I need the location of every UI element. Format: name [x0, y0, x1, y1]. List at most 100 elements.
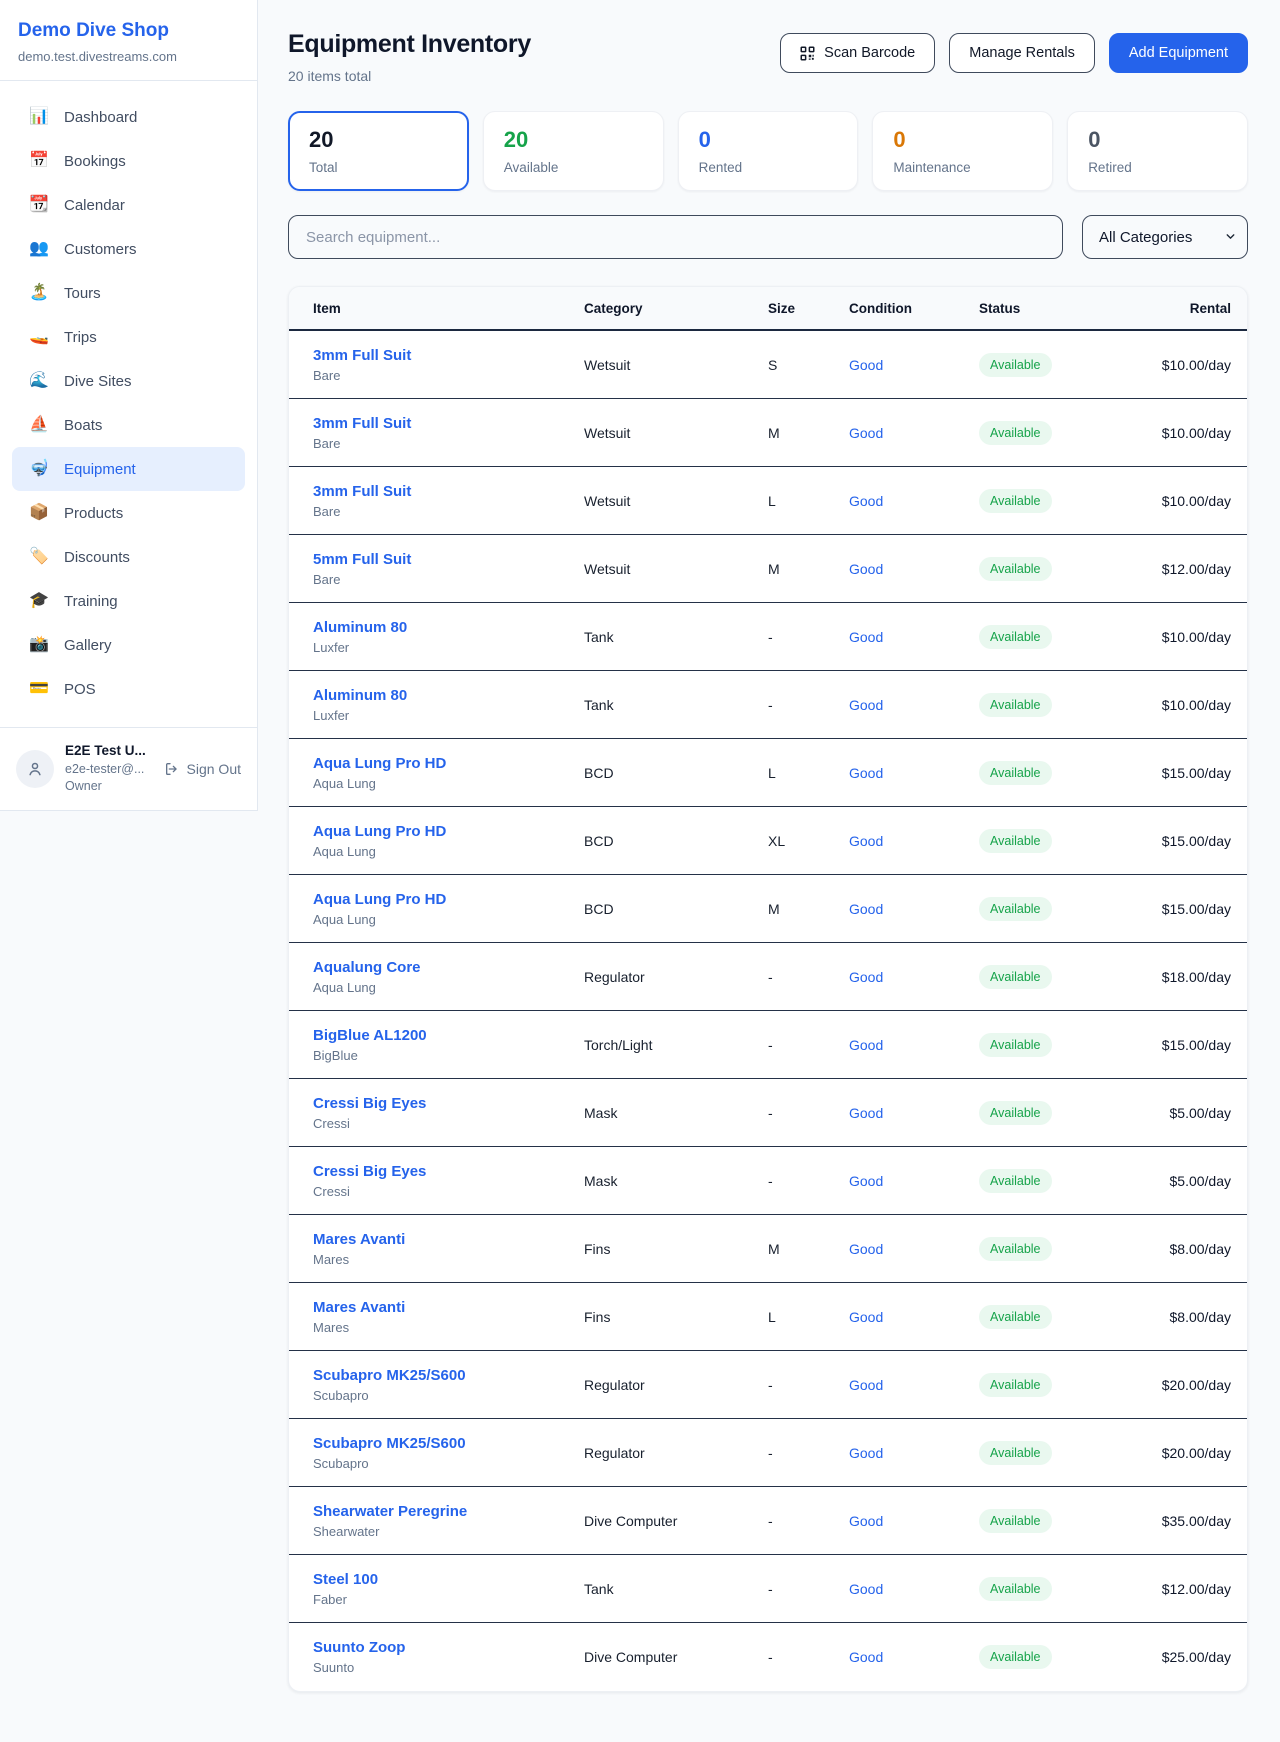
- item-name-link[interactable]: Mares Avanti: [313, 1299, 584, 1316]
- item-name-link[interactable]: Aqua Lung Pro HD: [313, 755, 584, 772]
- user-info: E2E Test U... e2e-tester@... Owner: [65, 743, 146, 795]
- condition-link[interactable]: Good: [849, 629, 979, 645]
- size-cell: -: [768, 1037, 849, 1053]
- condition-link[interactable]: Good: [849, 1037, 979, 1053]
- trips-icon: 🚤: [29, 329, 49, 345]
- search-input[interactable]: [288, 215, 1063, 259]
- item-brand: Aqua Lung: [313, 912, 584, 927]
- stats-cards: 20 Total 20 Available 0 Rented 0 Mainten…: [288, 111, 1248, 191]
- item-name-link[interactable]: Cressi Big Eyes: [313, 1095, 584, 1112]
- stat-card-available[interactable]: 20 Available: [483, 111, 664, 191]
- item-name-link[interactable]: Aluminum 80: [313, 619, 584, 636]
- sidebar-item-training[interactable]: 🎓 Training: [12, 579, 245, 623]
- sidebar-item-customers[interactable]: 👥 Customers: [12, 227, 245, 271]
- item-name-link[interactable]: 3mm Full Suit: [313, 483, 584, 500]
- condition-link[interactable]: Good: [849, 357, 979, 373]
- item-cell: Scubapro MK25/S600 Scubapro: [313, 1367, 584, 1403]
- sidebar-item-tours[interactable]: 🏝️ Tours: [12, 271, 245, 315]
- stat-card-rented[interactable]: 0 Rented: [678, 111, 859, 191]
- condition-link[interactable]: Good: [849, 901, 979, 917]
- item-name-link[interactable]: BigBlue AL1200: [313, 1027, 584, 1044]
- condition-link[interactable]: Good: [849, 765, 979, 781]
- category-select[interactable]: All Categories: [1082, 215, 1248, 259]
- item-name-link[interactable]: Aluminum 80: [313, 687, 584, 704]
- condition-link[interactable]: Good: [849, 1309, 979, 1325]
- condition-link[interactable]: Good: [849, 1445, 979, 1461]
- condition-link[interactable]: Good: [849, 1649, 979, 1665]
- item-name-link[interactable]: Scubapro MK25/S600: [313, 1367, 584, 1384]
- status-cell: Available: [979, 489, 1124, 513]
- item-name-link[interactable]: Cressi Big Eyes: [313, 1163, 584, 1180]
- stat-card-maintenance[interactable]: 0 Maintenance: [872, 111, 1053, 191]
- item-name-link[interactable]: Scubapro MK25/S600: [313, 1435, 584, 1452]
- condition-link[interactable]: Good: [849, 425, 979, 441]
- item-name-link[interactable]: Mares Avanti: [313, 1231, 584, 1248]
- sign-out-button[interactable]: Sign Out: [164, 761, 241, 777]
- condition-link[interactable]: Good: [849, 1241, 979, 1257]
- sidebar-item-trips[interactable]: 🚤 Trips: [12, 315, 245, 359]
- sidebar-item-gallery[interactable]: 📸 Gallery: [12, 623, 245, 667]
- sidebar-item-calendar[interactable]: 📆 Calendar: [12, 183, 245, 227]
- item-cell: 3mm Full Suit Bare: [313, 483, 584, 519]
- item-brand: Shearwater: [313, 1524, 584, 1539]
- add-equipment-button[interactable]: Add Equipment: [1109, 33, 1248, 73]
- stat-card-retired[interactable]: 0 Retired: [1067, 111, 1248, 191]
- items-total: 20 items total: [288, 68, 531, 84]
- item-cell: Aqua Lung Pro HD Aqua Lung: [313, 823, 584, 859]
- customers-icon: 👥: [29, 241, 49, 257]
- person-icon: [26, 760, 44, 778]
- condition-link[interactable]: Good: [849, 493, 979, 509]
- status-badge: Available: [979, 1237, 1052, 1261]
- rental-cell: $10.00/day: [1124, 629, 1231, 645]
- products-icon: 📦: [29, 505, 49, 521]
- item-name-link[interactable]: Aqua Lung Pro HD: [313, 823, 584, 840]
- condition-link[interactable]: Good: [849, 1581, 979, 1597]
- item-name-link[interactable]: Steel 100: [313, 1571, 584, 1588]
- condition-link[interactable]: Good: [849, 697, 979, 713]
- sidebar-item-discounts[interactable]: 🏷️ Discounts: [12, 535, 245, 579]
- stat-value: 0: [893, 127, 1032, 153]
- stat-value: 20: [309, 127, 448, 153]
- status-badge: Available: [979, 1373, 1052, 1397]
- status-badge: Available: [979, 1509, 1052, 1533]
- condition-link[interactable]: Good: [849, 969, 979, 985]
- sidebar-item-dashboard[interactable]: 📊 Dashboard: [12, 95, 245, 139]
- item-name-link[interactable]: Suunto Zoop: [313, 1639, 584, 1656]
- table-row: 3mm Full Suit Bare Wetsuit M Good Availa…: [289, 399, 1247, 467]
- sidebar-item-products[interactable]: 📦 Products: [12, 491, 245, 535]
- item-brand: Bare: [313, 368, 584, 383]
- item-name-link[interactable]: Shearwater Peregrine: [313, 1503, 584, 1520]
- item-name-link[interactable]: 3mm Full Suit: [313, 415, 584, 432]
- item-name-link[interactable]: 3mm Full Suit: [313, 347, 584, 364]
- table-row: Cressi Big Eyes Cressi Mask - Good Avail…: [289, 1079, 1247, 1147]
- condition-link[interactable]: Good: [849, 1377, 979, 1393]
- rental-cell: $5.00/day: [1124, 1105, 1231, 1121]
- condition-link[interactable]: Good: [849, 1105, 979, 1121]
- sidebar-item-label: Gallery: [64, 637, 112, 654]
- manage-rentals-button[interactable]: Manage Rentals: [949, 33, 1095, 73]
- stat-card-total[interactable]: 20 Total: [288, 111, 469, 191]
- condition-link[interactable]: Good: [849, 561, 979, 577]
- sidebar-item-boats[interactable]: ⛵ Boats: [12, 403, 245, 447]
- item-cell: Steel 100 Faber: [313, 1571, 584, 1607]
- col-condition: Condition: [849, 301, 979, 316]
- sidebar-item-dive-sites[interactable]: 🌊 Dive Sites: [12, 359, 245, 403]
- sidebar-item-bookings[interactable]: 📅 Bookings: [12, 139, 245, 183]
- col-category: Category: [584, 301, 768, 316]
- scan-barcode-button[interactable]: Scan Barcode: [780, 33, 935, 73]
- sidebar-item-equipment[interactable]: 🤿 Equipment: [12, 447, 245, 491]
- rental-cell: $10.00/day: [1124, 697, 1231, 713]
- item-brand: Mares: [313, 1252, 584, 1267]
- size-cell: -: [768, 1649, 849, 1665]
- condition-link[interactable]: Good: [849, 833, 979, 849]
- condition-link[interactable]: Good: [849, 1513, 979, 1529]
- sidebar-item-pos[interactable]: 💳 POS: [12, 667, 245, 711]
- item-name-link[interactable]: Aqua Lung Pro HD: [313, 891, 584, 908]
- item-name-link[interactable]: Aqualung Core: [313, 959, 584, 976]
- size-cell: L: [768, 765, 849, 781]
- condition-link[interactable]: Good: [849, 1173, 979, 1189]
- item-cell: Mares Avanti Mares: [313, 1231, 584, 1267]
- size-cell: M: [768, 901, 849, 917]
- sidebar-item-label: Training: [64, 593, 118, 610]
- item-name-link[interactable]: 5mm Full Suit: [313, 551, 584, 568]
